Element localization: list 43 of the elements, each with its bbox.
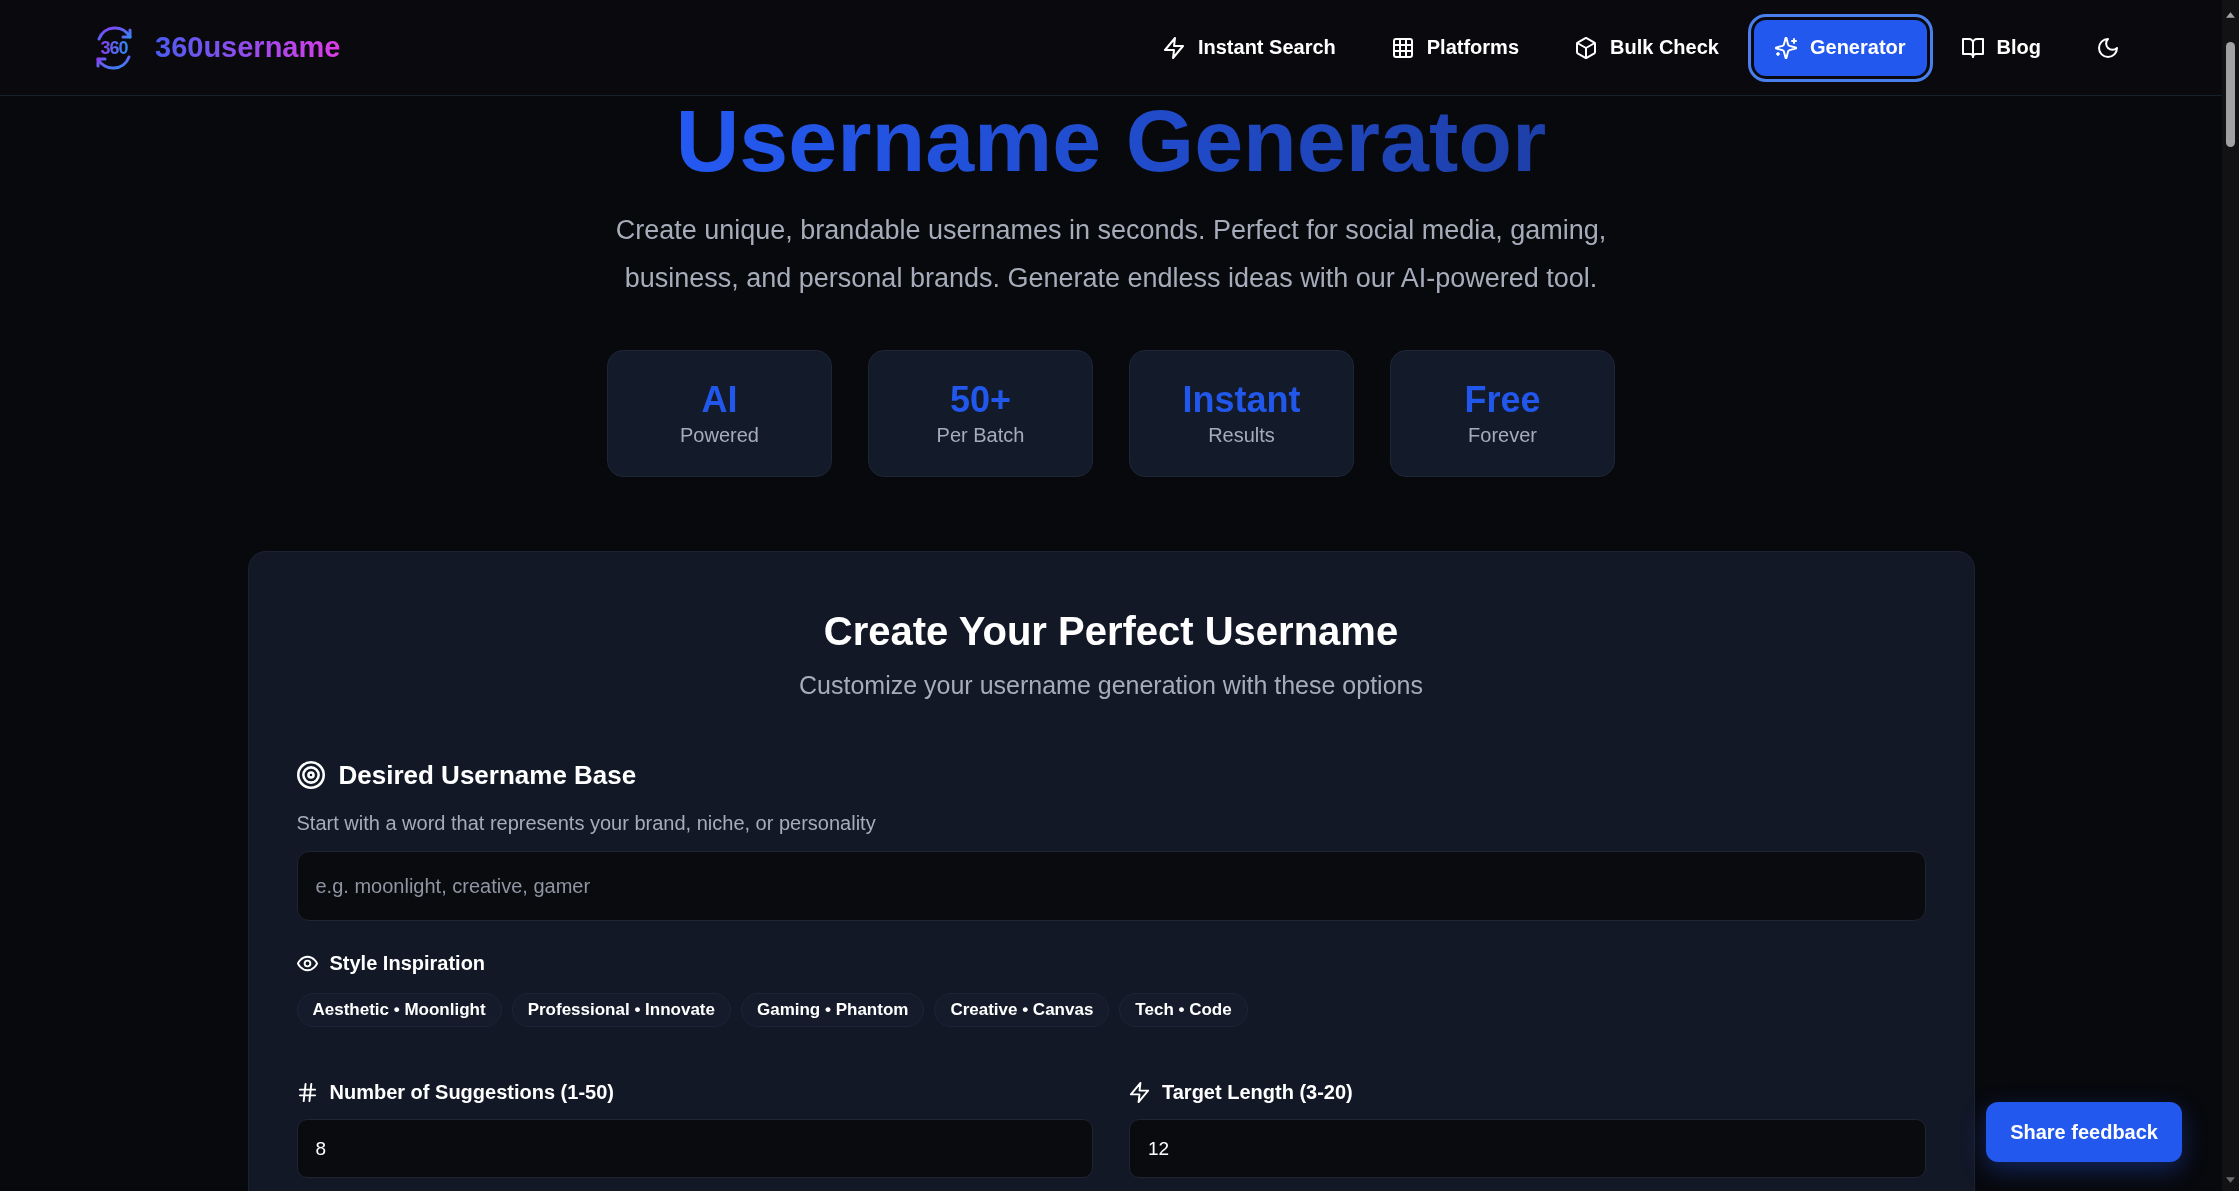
page-subtitle: Create unique, brandable usernames in seconds. Perfect for social media, gaming, business, and personal brands. Generate endless ideas with our AI-powered tool. [614, 214, 1608, 295]
sparkle-icon [1774, 36, 1797, 59]
moon-icon [2097, 36, 2119, 59]
stat-value: AI [701, 378, 738, 421]
section-label: Style Inspiration [329, 951, 486, 976]
field-hint: Start with a word that represents your brand, niche, or personality [296, 811, 877, 836]
number-input[interactable]: 12 [1129, 1119, 1926, 1178]
text-input[interactable]: e.g. moonlight, creative, gamer [296, 851, 1926, 921]
nav-link[interactable]: Blog [1940, 19, 2062, 76]
card-title: Create Your Perfect Username [822, 608, 1400, 655]
scrollbar-thumb[interactable] [2226, 42, 2235, 147]
field-label: Number of Suggestions (1-50) [329, 1080, 614, 1105]
feedback-button[interactable]: Share feedback [1986, 1102, 2182, 1162]
stat-label: Results [1208, 422, 1275, 448]
stat-value: Instant [1182, 378, 1301, 421]
card-subtitle: Customize your username generation with these options [798, 670, 1424, 701]
nav-link[interactable]: Platforms [1370, 19, 1541, 76]
stat-label: Per Batch [936, 422, 1025, 448]
book-icon [1961, 36, 1984, 59]
stat-value: 50+ [949, 378, 1012, 421]
down-arrow-icon[interactable] [2226, 1177, 2235, 1183]
up-arrow-icon[interactable] [2226, 12, 2235, 18]
style-chip[interactable]: Professional • Innovate [511, 993, 731, 1027]
style-chip[interactable]: Gaming • Phantom [740, 993, 925, 1027]
nav-link[interactable]: Bulk Check [1554, 19, 1740, 76]
nav-link[interactable]: Instant Search [1141, 19, 1357, 76]
style-chip[interactable]: Creative • Canvas [934, 993, 1110, 1027]
number-input[interactable]: 8 [296, 1119, 1093, 1178]
lightning-icon [1129, 1081, 1150, 1103]
stat-label: Forever [1468, 422, 1537, 448]
cube-icon [1575, 36, 1598, 59]
target-icon [296, 761, 325, 789]
scrollbar[interactable] [2222, 0, 2239, 1191]
style-chip[interactable]: Tech • Code [1119, 993, 1248, 1027]
field-label: Target Length (3-20) [1162, 1080, 1353, 1105]
logo-mark[interactable]: 360 [93, 25, 135, 70]
hash-icon [296, 1081, 318, 1103]
field-label: Desired Username Base [338, 759, 637, 792]
stat-label: Powered [680, 422, 759, 448]
style-chip[interactable]: Aesthetic • Moonlight [296, 993, 502, 1027]
grid-icon [1391, 36, 1414, 59]
stat-value: Free [1464, 378, 1541, 421]
lightning-icon [1162, 36, 1185, 59]
